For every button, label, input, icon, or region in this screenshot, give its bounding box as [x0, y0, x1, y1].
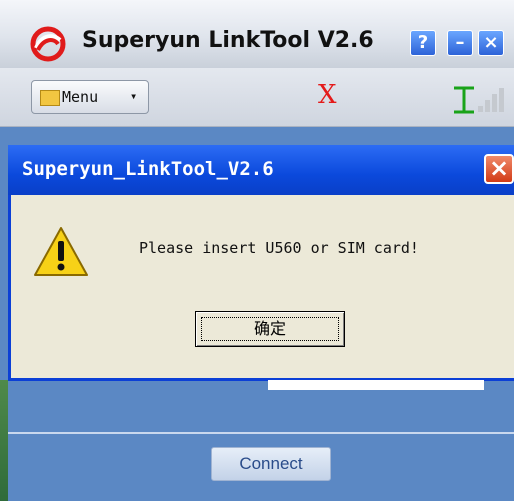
dialog-close-button[interactable]: × — [484, 154, 514, 184]
divider — [8, 432, 514, 434]
help-button[interactable]: ? — [410, 30, 436, 56]
warning-icon — [34, 227, 88, 276]
connection-status-x: X — [318, 80, 337, 110]
menu-label: Menu — [62, 88, 99, 106]
dialog-message: Please insert U560 or SIM card! — [139, 239, 419, 257]
connect-button[interactable]: Connect — [211, 447, 331, 481]
folder-icon — [40, 90, 60, 106]
chevron-down-icon: ▾ — [130, 89, 138, 103]
dialog-body: Please insert U560 or SIM card! 确定 — [11, 195, 514, 378]
dialog-title-bar: Superyun_LinkTool_V2.6 × — [8, 145, 514, 195]
signal-strength-icon — [454, 86, 504, 114]
alert-dialog: Superyun_LinkTool_V2.6 × Please insert U… — [8, 145, 514, 381]
desktop-background-edge — [0, 380, 8, 501]
main-close-button[interactable]: × — [478, 30, 504, 56]
menu-button[interactable]: Menu ▾ — [31, 80, 149, 114]
ok-button[interactable]: 确定 — [195, 311, 345, 347]
input-field[interactable] — [268, 380, 484, 390]
main-title-bar: Superyun LinkTool V2.6 ? – × — [0, 0, 514, 68]
minimize-button[interactable]: – — [447, 30, 473, 56]
main-window-title: Superyun LinkTool V2.6 — [82, 28, 374, 53]
dialog-title: Superyun_LinkTool_V2.6 — [22, 158, 274, 180]
superyun-logo-icon — [30, 26, 66, 62]
